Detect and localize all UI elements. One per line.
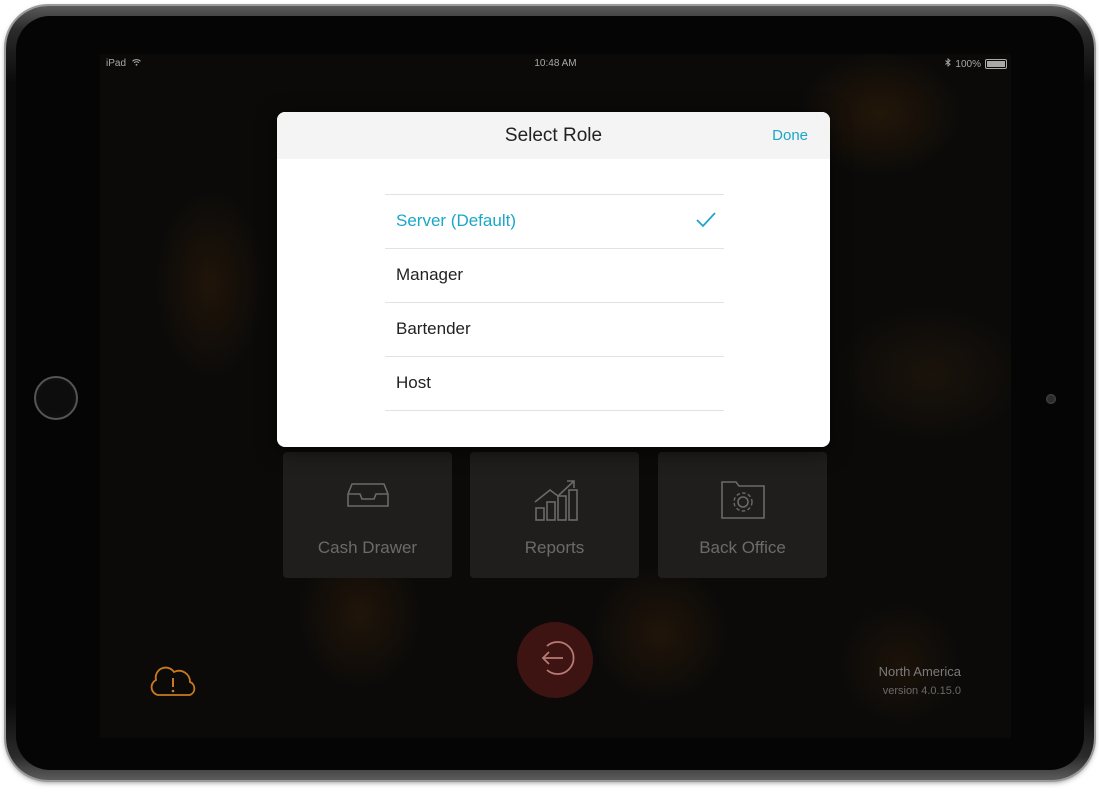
chart-growth-icon bbox=[470, 478, 639, 522]
battery-icon bbox=[985, 59, 1007, 69]
checkmark-icon bbox=[696, 212, 716, 233]
role-label: Bartender bbox=[396, 319, 471, 338]
done-button[interactable]: Done bbox=[772, 127, 808, 144]
folder-gear-icon bbox=[658, 478, 827, 522]
role-item-server[interactable]: Server (Default) bbox=[385, 195, 724, 249]
cash-drawer-tile[interactable]: Cash Drawer bbox=[283, 452, 452, 578]
cloud-alert-icon[interactable] bbox=[148, 666, 198, 703]
reports-label: Reports bbox=[524, 538, 585, 557]
role-label: Server (Default) bbox=[396, 211, 516, 230]
status-time: 10:48 AM bbox=[534, 58, 577, 69]
status-bar: iPad 10:48 AM 100% bbox=[100, 54, 1011, 74]
reports-tile[interactable]: Reports bbox=[470, 452, 639, 578]
bluetooth-icon bbox=[945, 58, 952, 70]
camera-icon bbox=[1046, 394, 1056, 404]
app-version: version 4.0.15.0 bbox=[882, 685, 961, 697]
battery-percent: 100% bbox=[955, 58, 981, 70]
logout-icon bbox=[535, 638, 575, 683]
back-office-tile[interactable]: Back Office bbox=[658, 452, 827, 578]
back-office-label: Back Office bbox=[699, 538, 786, 557]
role-item-host[interactable]: Host bbox=[385, 357, 724, 411]
region-name: North America bbox=[878, 664, 961, 679]
select-role-dialog: Select Role Done Server (Default) Manage… bbox=[277, 112, 830, 447]
role-list: Server (Default) Manager Bartender Host bbox=[385, 194, 724, 411]
tray-icon bbox=[283, 478, 452, 522]
logout-button[interactable] bbox=[517, 622, 593, 698]
ipad-device: iPad 10:48 AM 100% Cash Drawer Reports B… bbox=[6, 6, 1094, 780]
role-item-manager[interactable]: Manager bbox=[385, 249, 724, 303]
cash-drawer-label: Cash Drawer bbox=[317, 538, 418, 557]
role-item-bartender[interactable]: Bartender bbox=[385, 303, 724, 357]
home-button[interactable] bbox=[34, 376, 78, 420]
region-info: North America version 4.0.15.0 bbox=[879, 664, 961, 697]
dialog-header: Select Role Done bbox=[277, 112, 830, 159]
dialog-title: Select Role bbox=[504, 125, 603, 146]
role-label: Manager bbox=[396, 265, 464, 284]
screen: iPad 10:48 AM 100% Cash Drawer Reports B… bbox=[100, 54, 1011, 738]
role-label: Host bbox=[396, 373, 431, 392]
